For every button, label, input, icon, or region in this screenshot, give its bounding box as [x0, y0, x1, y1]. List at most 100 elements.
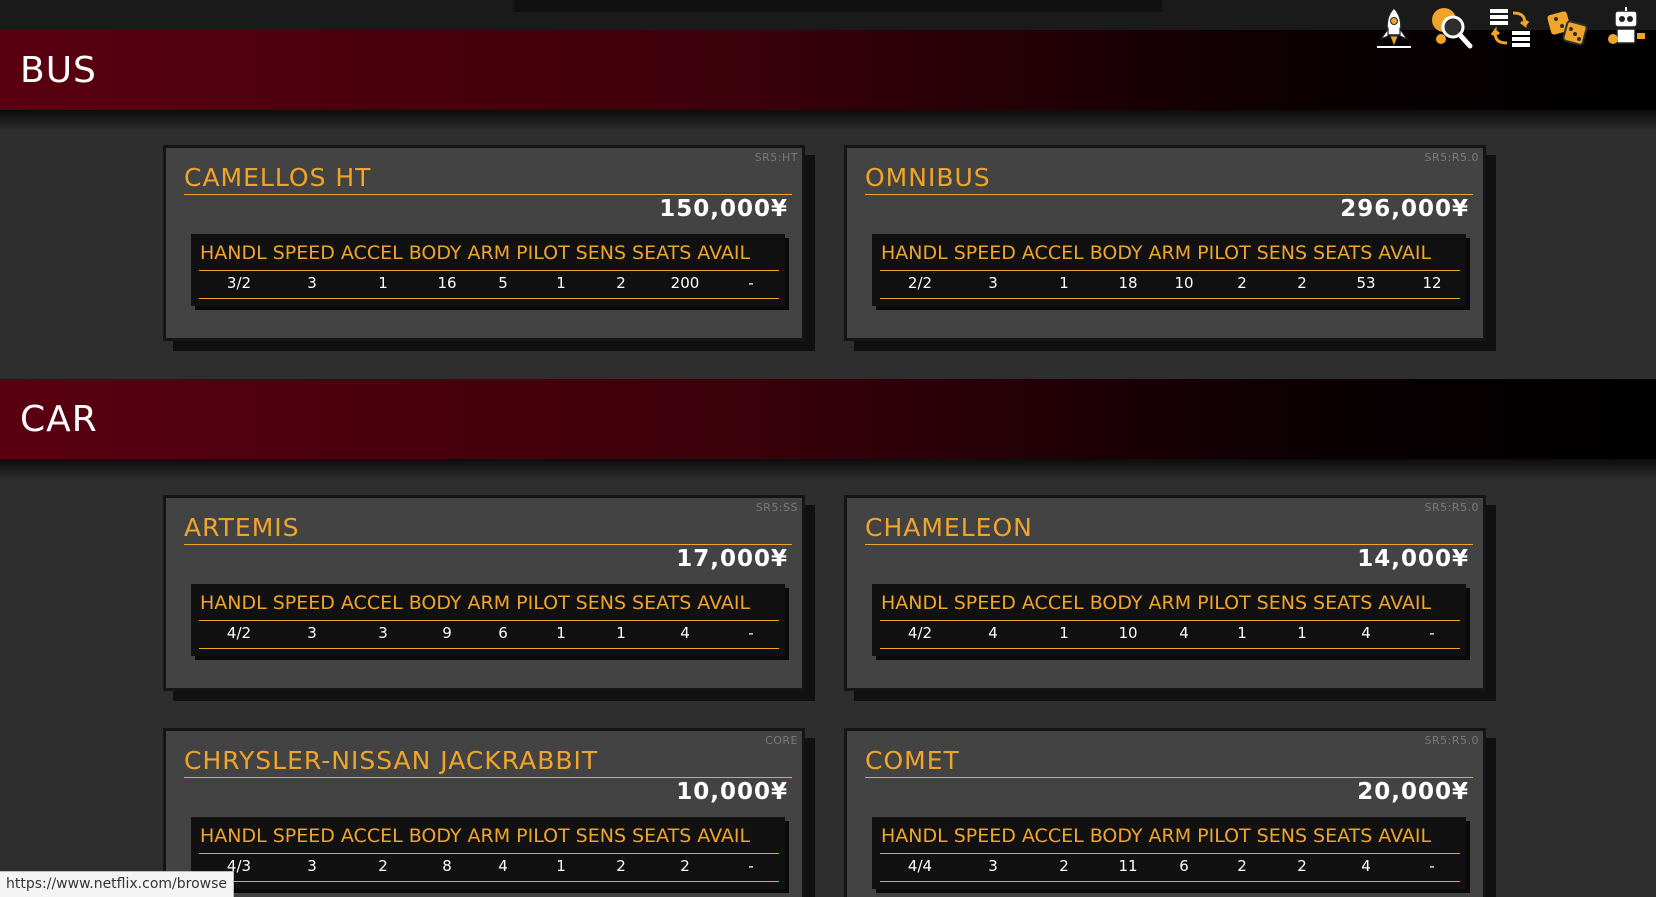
stat-value: 11 [1118, 857, 1138, 875]
rocket-icon[interactable] [1370, 4, 1418, 52]
vehicle-card[interactable]: SR5:R5.0 OMNIBUS 296,000¥ HANDL SPEED ACCEL BO… [844, 145, 1486, 341]
stat-header: ACCEL [340, 825, 403, 847]
stat-header: BODY [1089, 825, 1143, 847]
vehicle-card[interactable]: SR5:R5.0 COMET 20,000¥ HANDL SPEED ACCEL BODY A… [844, 728, 1486, 897]
stat-value: 4/4 [907, 857, 933, 875]
stat-value: 1 [1059, 274, 1069, 292]
magnify-icon[interactable] [1428, 4, 1476, 52]
stat-value: 4 [1361, 624, 1371, 642]
stat-header: ARM [467, 825, 511, 847]
stat-value: 1 [616, 624, 626, 642]
stats-table: HANDL SPEED ACCEL BODY ARM PILOT SENS SEATS AVAI… [191, 817, 785, 889]
robot-icon[interactable] [1602, 4, 1650, 52]
stat-header: SPEED [953, 592, 1016, 614]
stats-value-row: 4/2 3 3 9 6 1 1 4 - [199, 622, 779, 646]
stats-table: HANDL SPEED ACCEL BODY ARM PILOT SENS SEATS AVAI… [872, 234, 1466, 306]
stat-header: BODY [408, 592, 462, 614]
vehicle-card[interactable]: SR5:R5.0 CHAMELEON 14,000¥ HANDL SPEED ACCEL B… [844, 495, 1486, 691]
stat-header: HANDL [881, 592, 948, 614]
stats-header-row: HANDL SPEED ACCEL BODY ARM PILOT SENS SEATS AVAI… [881, 242, 1465, 264]
section-divider [0, 459, 1656, 479]
stat-header: AVAIL [697, 242, 751, 264]
stat-value: 2 [378, 857, 388, 875]
stat-value: 4/2 [907, 624, 933, 642]
stat-header: SEATS [632, 592, 692, 614]
stat-value: 4 [988, 624, 998, 642]
section-header-car: CAR [0, 379, 1656, 459]
top-center-strip [514, 0, 1162, 12]
stat-header: PILOT [1197, 242, 1251, 264]
stat-header: ACCEL [340, 242, 403, 264]
stats-divider [880, 620, 1460, 621]
stat-value: 2 [680, 857, 690, 875]
stat-value: 2/2 [907, 274, 933, 292]
stat-header: SENS [575, 825, 627, 847]
stats-value-row: 2/2 3 1 18 10 2 2 53 12 [880, 272, 1460, 296]
stats-divider [199, 853, 779, 854]
stat-header: BODY [1089, 242, 1143, 264]
stat-value: 2 [1297, 274, 1307, 292]
stats-value-row: 4/2 4 1 10 4 1 1 4 - [880, 622, 1460, 646]
stats-table: HANDL SPEED ACCEL BODY ARM PILOT SENS SEATS AVAI… [872, 817, 1466, 889]
stat-header: SPEED [272, 592, 335, 614]
stats-header-row: HANDL SPEED ACCEL BODY ARM PILOT SENS SEATS AVAI… [881, 592, 1465, 614]
stats-table: HANDL SPEED ACCEL BODY ARM PILOT SENS SEATS AVAI… [872, 584, 1466, 656]
stat-header: ACCEL [1021, 592, 1084, 614]
stat-value: 2 [1237, 274, 1247, 292]
stat-value: 16 [437, 274, 457, 292]
stat-header: ACCEL [340, 592, 403, 614]
stat-value: 3 [307, 624, 317, 642]
stat-value: 5 [498, 274, 508, 292]
stats-value-row: 4/3 3 2 8 4 1 2 2- [199, 855, 779, 879]
swap-icon[interactable] [1486, 4, 1534, 52]
vehicle-price: 14,000¥ [1357, 546, 1469, 572]
stat-header: HANDL [200, 825, 267, 847]
stat-header: ARM [1148, 825, 1192, 847]
stat-header: SENS [575, 592, 627, 614]
stat-header: SPEED [953, 825, 1016, 847]
stat-value: 12 [1422, 274, 1442, 292]
stats-divider [880, 648, 1460, 649]
stat-header: ARM [467, 242, 511, 264]
stat-value: 1 [378, 274, 388, 292]
stat-header: AVAIL [697, 592, 751, 614]
stat-value: 3 [988, 857, 998, 875]
dice-icon[interactable] [1544, 4, 1592, 52]
stat-value: 2 [1059, 857, 1069, 875]
stat-value: 4/2 [226, 624, 252, 642]
stat-value: - [1429, 857, 1435, 875]
stats-divider [880, 881, 1460, 882]
stat-header: BODY [1089, 592, 1143, 614]
vehicle-card[interactable]: SR5:HT CAMELLOS HT 150,000¥ HANDL SPEED ACCEL… [163, 145, 805, 341]
stat-value: 2 [1297, 857, 1307, 875]
stat-header: SPEED [272, 242, 335, 264]
stats-header-row: HANDL SPEED ACCEL BODY ARM PILOT SENS SEATS AVAI… [200, 242, 784, 264]
stat-header: ACCEL [1021, 825, 1084, 847]
stat-header: PILOT [1197, 592, 1251, 614]
stat-value: 3 [307, 274, 317, 292]
stat-header: SEATS [632, 242, 692, 264]
section-title: CAR [20, 399, 98, 440]
stat-value: 9 [442, 624, 452, 642]
stat-header: HANDL [881, 825, 948, 847]
stat-header: BODY [408, 825, 462, 847]
stats-value-row: 3/2 3 1 16 5 1 2 200 - [199, 272, 779, 296]
stat-value: 3 [378, 624, 388, 642]
stat-header: SPEED [272, 825, 335, 847]
stat-value: 8 [442, 857, 452, 875]
vehicle-name: OMNIBUS [865, 163, 1473, 195]
stats-divider [199, 620, 779, 621]
stat-header: HANDL [881, 242, 948, 264]
vehicle-card[interactable]: CORE CHRYSLER-NISSAN JACKRABBIT 10,000¥ HAN… [163, 728, 805, 897]
stat-value: 3/2 [226, 274, 252, 292]
stat-header: AVAIL [1378, 242, 1432, 264]
stat-value: 3 [307, 857, 317, 875]
stat-value: 1 [556, 274, 566, 292]
vehicle-card[interactable]: SR5:SS ARTEMIS 17,000¥ HANDL SPEED ACCEL BODY A… [163, 495, 805, 691]
stat-header: SENS [1256, 592, 1308, 614]
stat-header: PILOT [516, 592, 570, 614]
page: BUS CAR SR5:HT CAMELLOS HT 150,000¥ HANDL SP… [0, 0, 1656, 897]
vehicle-price: 150,000¥ [659, 196, 788, 222]
stat-value: 6 [498, 624, 508, 642]
stat-header: PILOT [1197, 825, 1251, 847]
